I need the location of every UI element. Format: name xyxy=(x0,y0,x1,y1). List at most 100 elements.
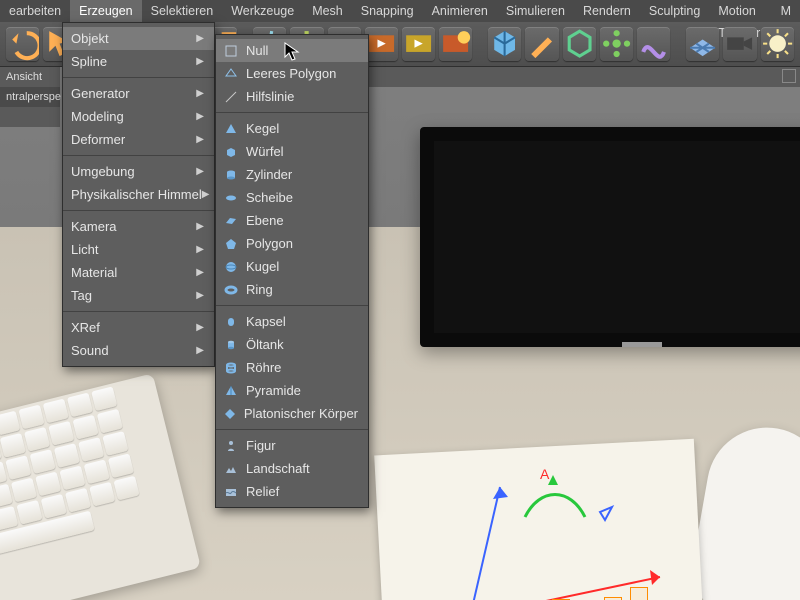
chevron-right-icon: ▶ xyxy=(196,33,204,44)
menu-simulieren[interactable]: Simulieren xyxy=(497,0,574,22)
array-button[interactable] xyxy=(600,27,633,61)
submenu-item-hilfslinie[interactable]: Hilfslinie xyxy=(216,85,368,108)
viewport-menu-icon[interactable] xyxy=(782,69,796,83)
menu-bearbeiten[interactable]: earbeiten xyxy=(0,0,70,22)
render-region-button[interactable] xyxy=(365,27,398,61)
menu-item-modeling[interactable]: Modeling▶ xyxy=(63,105,214,128)
submenu-item-ebene[interactable]: Ebene xyxy=(216,209,368,232)
submenu-item-landschaft[interactable]: Landschaft xyxy=(216,457,368,480)
scene-gizmo: A xyxy=(430,457,690,600)
chevron-right-icon: ▶ xyxy=(196,166,204,177)
menu-item-kamera[interactable]: Kamera▶ xyxy=(63,215,214,238)
menu-snapping[interactable]: Snapping xyxy=(352,0,423,22)
guide-icon xyxy=(222,89,240,105)
menu-werkzeuge[interactable]: Werkzeuge xyxy=(222,0,303,22)
menu-item-material[interactable]: Material▶ xyxy=(63,261,214,284)
menu-rendern[interactable]: Rendern xyxy=(574,0,640,22)
tube-icon xyxy=(222,360,240,376)
svg-text:A: A xyxy=(540,466,550,482)
submenu-item-leeres-polygon[interactable]: Leeres Polygon xyxy=(216,62,368,85)
menu-item-sound[interactable]: Sound▶ xyxy=(63,339,214,362)
chevron-right-icon: ▶ xyxy=(196,88,204,99)
menu-item-licht[interactable]: Licht▶ xyxy=(63,238,214,261)
sphere-icon xyxy=(222,259,240,275)
disc-icon xyxy=(222,190,240,206)
capsule-icon xyxy=(222,314,240,330)
menu-motiontracker[interactable]: Motion Tracker xyxy=(709,0,771,22)
cylinder-icon xyxy=(222,167,240,183)
submenu-item-relief[interactable]: Relief xyxy=(216,480,368,503)
pyramid-icon xyxy=(222,383,240,399)
relief-icon xyxy=(222,484,240,500)
menu-erzeugen[interactable]: Erzeugen xyxy=(70,0,142,22)
menu-item-tag[interactable]: Tag▶ xyxy=(63,284,214,307)
menu-separator xyxy=(216,429,368,430)
null-icon xyxy=(222,43,240,59)
scene-monitor xyxy=(420,127,800,347)
menubar: earbeiten Erzeugen Selektieren Werkzeuge… xyxy=(0,0,800,22)
submenu-item-figur[interactable]: Figur xyxy=(216,434,368,457)
chevron-right-icon: ▶ xyxy=(196,345,204,356)
menu-animieren[interactable]: Animieren xyxy=(423,0,497,22)
submenu-item-kegel[interactable]: Kegel xyxy=(216,117,368,140)
submenu-item-oeltank[interactable]: Öltank xyxy=(216,333,368,356)
render-settings-button[interactable] xyxy=(439,27,472,61)
scene-mouse xyxy=(684,418,800,600)
chevron-right-icon: ▶ xyxy=(196,134,204,145)
spline-pen-button[interactable] xyxy=(525,27,558,61)
menu-sculpting[interactable]: Sculpting xyxy=(640,0,709,22)
submenu-item-pyramide[interactable]: Pyramide xyxy=(216,379,368,402)
submenu-item-platonisch[interactable]: Platonischer Körper xyxy=(216,402,368,425)
menu-item-himmel[interactable]: Physikalischer Himmel▶ xyxy=(63,183,214,206)
cube-icon xyxy=(222,144,240,160)
menu-separator xyxy=(216,305,368,306)
menu-item-generator[interactable]: Generator▶ xyxy=(63,82,214,105)
chevron-right-icon: ▶ xyxy=(196,244,204,255)
submenu-item-kugel[interactable]: Kugel xyxy=(216,255,368,278)
submenu-item-roehre[interactable]: Röhre xyxy=(216,356,368,379)
menu-erzeugen-dropdown: Objekt▶ Spline▶ Generator▶ Modeling▶ Def… xyxy=(62,22,215,367)
floor-button[interactable] xyxy=(686,27,719,61)
scene-keyboard xyxy=(0,373,201,600)
platonic-icon xyxy=(222,406,238,422)
submenu-item-ring[interactable]: Ring xyxy=(216,278,368,301)
submenu-item-null[interactable]: Null xyxy=(216,39,368,62)
submenu-item-zylinder[interactable]: Zylinder xyxy=(216,163,368,186)
menu-more[interactable]: M xyxy=(772,0,800,22)
landscape-icon xyxy=(222,461,240,477)
cube-primitive-button[interactable] xyxy=(488,27,521,61)
plane-icon xyxy=(222,213,240,229)
projection-label[interactable]: ntralperspe xyxy=(0,87,60,107)
menu-item-umgebung[interactable]: Umgebung▶ xyxy=(63,160,214,183)
chevron-right-icon: ▶ xyxy=(196,56,204,67)
generator-button[interactable] xyxy=(563,27,596,61)
menu-objekt-submenu: Null Leeres Polygon Hilfslinie Kegel Wür… xyxy=(215,34,369,508)
menu-item-spline[interactable]: Spline▶ xyxy=(63,50,214,73)
view-label[interactable]: Ansicht xyxy=(0,67,60,87)
camera-button[interactable] xyxy=(723,27,756,61)
undo-button[interactable] xyxy=(6,27,39,61)
render-pict-button[interactable] xyxy=(402,27,435,61)
menu-item-objekt[interactable]: Objekt▶ xyxy=(63,27,214,50)
chevron-right-icon: ▶ xyxy=(196,322,204,333)
submenu-item-scheibe[interactable]: Scheibe xyxy=(216,186,368,209)
submenu-item-wuerfel[interactable]: Würfel xyxy=(216,140,368,163)
submenu-item-kapsel[interactable]: Kapsel xyxy=(216,310,368,333)
menu-item-xref[interactable]: XRef▶ xyxy=(63,316,214,339)
oiltank-icon xyxy=(222,337,240,353)
menu-mesh[interactable]: Mesh xyxy=(303,0,352,22)
polygon-empty-icon xyxy=(222,66,240,82)
chevron-right-icon: ▶ xyxy=(196,290,204,301)
menu-separator xyxy=(63,155,214,156)
figure-icon xyxy=(222,438,240,454)
submenu-item-polygon[interactable]: Polygon xyxy=(216,232,368,255)
chevron-right-icon: ▶ xyxy=(196,111,204,122)
menu-item-deformer[interactable]: Deformer▶ xyxy=(63,128,214,151)
menu-selektieren[interactable]: Selektieren xyxy=(142,0,223,22)
chevron-right-icon: ▶ xyxy=(196,267,204,278)
deformer-button[interactable] xyxy=(637,27,670,61)
light-button[interactable] xyxy=(761,27,794,61)
left-panel: Ansicht ntralperspe xyxy=(0,67,60,127)
chevron-right-icon: ▶ xyxy=(202,189,210,200)
menu-separator xyxy=(63,210,214,211)
